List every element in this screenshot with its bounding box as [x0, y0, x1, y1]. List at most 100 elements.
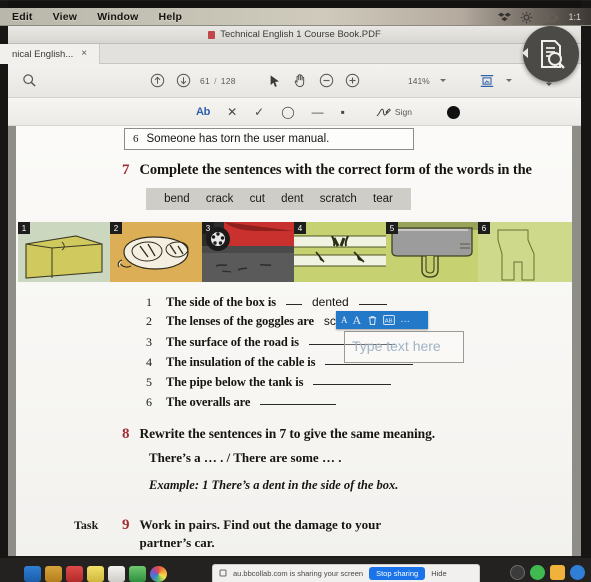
document-viewport[interactable]: 6 Someone has torn the user manual. 7 Co…: [8, 126, 581, 556]
sentence-number: 6: [146, 395, 152, 409]
sentence-text: The insulation of the cable is: [166, 355, 316, 369]
current-page-value[interactable]: 61: [200, 76, 210, 86]
dock-item-notes[interactable]: [87, 566, 104, 582]
exercise-9-line2: partner’s car.: [139, 534, 215, 550]
sentence-6-box: 6 Someone has torn the user manual.: [124, 128, 414, 150]
dock-item-folder[interactable]: [45, 566, 62, 582]
bottom-bar: au.bbcollab.com is sharing your screen S…: [0, 558, 591, 582]
menu-item-view[interactable]: View: [53, 11, 78, 23]
illustration-2-goggles: 2: [110, 222, 202, 282]
window-title-bar: Technical English 1 Course Book.PDF: [8, 26, 581, 44]
sentence-number: 2: [146, 314, 152, 328]
sharing-message: au.bbcollab.com is sharing your screen: [233, 569, 364, 578]
exercise-9-header: 9 Work in pairs. Find out the damage to …: [122, 516, 381, 551]
word-bank-item: dent: [281, 193, 304, 205]
ink-color-swatch[interactable]: [446, 105, 460, 119]
hide-sharing-bar-button[interactable]: Hide: [431, 569, 446, 578]
search-icon[interactable]: [20, 72, 38, 90]
exercise-8-header: 8 Rewrite the sentences in 7 to give the…: [122, 426, 435, 443]
pdf-file-icon: [208, 30, 216, 39]
illustration-4-cable: 4: [294, 222, 386, 282]
answer-blank[interactable]: [285, 293, 302, 305]
menu-item-window[interactable]: Window: [97, 11, 138, 23]
tray-notes-icon[interactable]: [550, 564, 565, 580]
annotation-tools-group: Ab ✕ ✓ ◯ — ▪ Sign: [196, 98, 460, 126]
view-mode-chevron-icon[interactable]: [505, 79, 512, 82]
line-tool[interactable]: —: [312, 106, 324, 118]
page-fit-icon[interactable]: [478, 72, 496, 90]
answer-blank-tail[interactable]: [358, 293, 387, 305]
sentence-text: The surface of the road is: [166, 335, 299, 349]
decrease-font-size-button[interactable]: A: [341, 315, 348, 325]
zoom-out-icon[interactable]: [318, 72, 336, 90]
tray-messages-icon[interactable]: [530, 564, 545, 580]
tab-label: nical English...: [12, 48, 74, 60]
dock-item-pdf[interactable]: [66, 566, 83, 582]
sentence-text: The overalls are: [166, 395, 251, 409]
illustration-badge: 6: [478, 222, 490, 234]
screen-sharing-bar: au.bbcollab.com is sharing your screen S…: [212, 564, 480, 582]
desktop-frame-right: [581, 0, 591, 582]
page-separator: /: [214, 75, 217, 86]
zoom-in-icon[interactable]: [344, 72, 362, 90]
dropbox-icon[interactable]: [498, 11, 512, 24]
oval-tool[interactable]: ◯: [281, 106, 294, 118]
tray-browser-icon[interactable]: [570, 564, 585, 580]
more-options-button[interactable]: …: [400, 315, 411, 325]
system-tray: [510, 563, 585, 581]
dock-item-pages[interactable]: [108, 566, 125, 582]
sign-button[interactable]: Sign: [376, 106, 412, 119]
text-tool[interactable]: Ab: [196, 106, 210, 118]
dock-item-finder[interactable]: [24, 566, 41, 582]
chevron-down-icon[interactable]: [439, 79, 446, 82]
word-bank-item: cut: [249, 193, 265, 205]
collapse-arrow-icon[interactable]: [522, 48, 528, 58]
gear-icon[interactable]: [520, 11, 533, 24]
page-down-icon[interactable]: [174, 72, 192, 90]
menu-clock-text: 1:1: [568, 12, 581, 22]
stop-sharing-button[interactable]: Stop sharing: [369, 567, 426, 580]
share-indicator-icon: [219, 569, 227, 576]
pointer-icon[interactable]: [266, 72, 284, 90]
desktop-frame-left: [0, 0, 8, 582]
sentence-number: 4: [146, 355, 152, 369]
answer-blank[interactable]: [260, 393, 337, 405]
cross-tool[interactable]: ✕: [227, 106, 237, 118]
tray-settings-icon[interactable]: [510, 564, 525, 580]
hand-icon[interactable]: [292, 72, 310, 90]
zoom-level-value[interactable]: 141%: [408, 76, 430, 86]
menu-bar-status-area: 1:1: [498, 8, 587, 26]
close-icon[interactable]: ×: [81, 49, 87, 59]
illustration-5-tank-pipe: 5: [386, 222, 478, 282]
dock-item-excel[interactable]: [129, 566, 146, 582]
menu-item-help[interactable]: Help: [159, 11, 183, 23]
exercise-8-heading: Rewrite the sentences in 7 to give the s…: [139, 426, 436, 441]
increase-font-size-button[interactable]: A: [353, 314, 362, 326]
word-bank-item: scratch: [319, 193, 357, 205]
exercise-7-header: 7 Complete the sentences with the correc…: [122, 162, 581, 179]
answer-blank[interactable]: [313, 373, 392, 385]
illustration-3-road: 3: [202, 222, 294, 282]
exercise-8-example: Example: 1 There’s a dent in the side of…: [149, 478, 399, 492]
check-tool[interactable]: ✓: [254, 106, 264, 118]
page-indicator[interactable]: 61 /128: [200, 76, 236, 86]
dot-tool[interactable]: ▪: [341, 106, 345, 118]
document-search-overlay-button[interactable]: [522, 26, 579, 82]
pdf-page: 6 Someone has torn the user manual. 7 Co…: [16, 126, 572, 556]
sentence-row: 5 The pipe below the tank is: [146, 374, 566, 394]
answer-value[interactable]: dented: [312, 295, 349, 309]
dock-item-browser[interactable]: [150, 566, 167, 582]
sentence-row: 6 The overalls are: [146, 394, 566, 414]
trash-icon[interactable]: [366, 314, 378, 326]
tab-technical-english[interactable]: nical English... ×: [0, 44, 100, 64]
toolbar-left-group: [20, 72, 38, 90]
annotation-popup-toolbar: A A AB …: [336, 311, 428, 329]
page-up-icon[interactable]: [148, 72, 166, 90]
exercise-9-line1: Work in pairs. Find out the damage to yo…: [139, 517, 382, 532]
illustration-1-box: 1: [18, 222, 110, 282]
menu-item-edit[interactable]: Edit: [12, 11, 33, 23]
text-box-icon[interactable]: AB: [383, 314, 395, 326]
sentence-text: The pipe below the tank is: [166, 375, 304, 389]
illustration-badge: 2: [110, 222, 122, 234]
illustration-badge: 3: [202, 222, 214, 234]
